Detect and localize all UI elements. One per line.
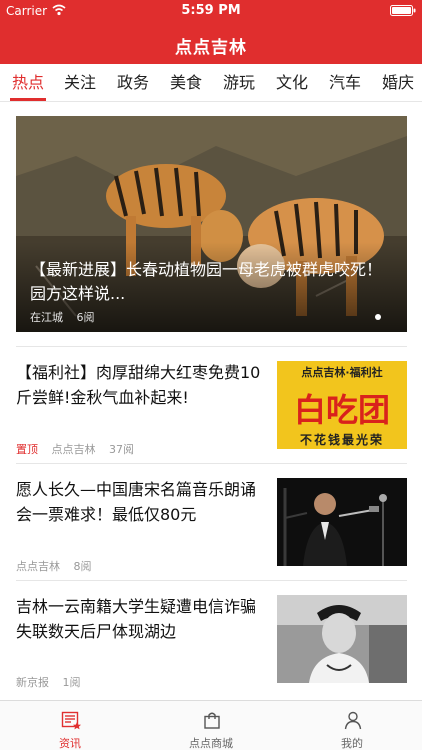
article-item[interactable]: 吉林一云南籍大学生疑遭电信诈骗 失联数天后尸体现湖边 新京报 1阅 [0,581,422,695]
article-title[interactable]: 【福利社】肉厚甜绵大红枣免费10斤尝鲜!金秋气血补起来! [16,360,266,410]
tab-food[interactable]: 美食 [166,64,206,102]
tab-auto[interactable]: 汽车 [325,64,365,102]
tab-wedding[interactable]: 婚庆 [378,64,418,102]
hero-title[interactable]: 【最新进展】长春动植物园一母老虎被群虎咬死！园方这样说... [30,258,392,306]
tab-government[interactable]: 政务 [113,64,153,102]
hero-reads: 6阅 [76,311,95,324]
carousel-dot-active[interactable] [375,314,381,320]
article-item[interactable]: 【福利社】肉厚甜绵大红枣免费10斤尝鲜!金秋气血补起来! 置顶 点点吉林 37阅… [0,347,422,463]
concert-photo [277,478,407,566]
hero-source: 在江城 [30,311,63,324]
clock: 5:59 PM [181,3,241,18]
article-source: 点点吉林 [51,443,96,456]
thumb-caption-main: 白吃团 [293,391,390,429]
page-title: 点点吉林 [175,38,247,58]
tab-follow[interactable]: 关注 [60,64,100,102]
status-bar: Carrier 5:59 PM [0,0,422,22]
article-reads: 37阅 [109,443,134,456]
tab-travel[interactable]: 游玩 [219,64,259,102]
article-meta: 新京报 1阅 [16,674,81,690]
app-header: Carrier 5:59 PM 点点吉林 [0,0,422,64]
thumb-caption-sub: 不花钱最光荣 [299,433,384,447]
portrait-photo [277,595,407,683]
article-item[interactable]: 愿人长久—中国唐宋名篇音乐朗诵会一票难求！最低仅80元 点点吉林 8阅 [0,464,422,580]
shopping-bag-icon [204,712,220,729]
article-title[interactable]: 愿人长久—中国唐宋名篇音乐朗诵会一票难求！最低仅80元 [16,477,266,527]
article-thumbnail[interactable] [277,595,407,683]
tabbar-label: 资讯 [59,737,81,750]
thumb-caption-top: 点点吉林·福利社 [301,366,383,379]
person-icon [344,711,362,730]
tabbar-label: 我的 [341,737,363,750]
tab-culture[interactable]: 文化 [272,64,312,102]
tab-hot[interactable]: 热点 [8,64,48,102]
article-reads: 1阅 [62,676,81,689]
pinned-badge: 置顶 [16,443,38,456]
article-source: 点点吉林 [16,560,60,573]
hero-carousel[interactable]: 【最新进展】长春动植物园一母老虎被群虎咬死！园方这样说... 在江城 6阅 [16,116,407,332]
news-icon [61,711,81,730]
tabbar-mall[interactable]: 点点商城 [141,701,281,750]
tabbar-label: 点点商城 [189,737,233,750]
category-tabs: 热点 关注 政务 美食 游玩 文化 汽车 婚庆 [0,64,422,102]
article-meta: 点点吉林 8阅 [16,558,92,574]
article-thumbnail[interactable]: 点点吉林·福利社 白吃团 不花钱最光荣 [277,361,407,449]
article-source: 新京报 [16,676,49,689]
article-reads: 8阅 [73,560,92,573]
tabbar-profile[interactable]: 我的 [282,701,422,750]
article-title[interactable]: 吉林一云南籍大学生疑遭电信诈骗 失联数天后尸体现湖边 [16,594,266,644]
hero-meta: 在江城 6阅 [30,309,95,325]
bottom-tab-bar: 资讯 点点商城 我的 [0,700,422,750]
article-thumbnail[interactable] [277,478,407,566]
battery-icon [390,5,416,16]
article-meta: 置顶 点点吉林 37阅 [16,441,134,457]
tabbar-news[interactable]: 资讯 [0,701,140,750]
active-tab-indicator [10,98,46,101]
